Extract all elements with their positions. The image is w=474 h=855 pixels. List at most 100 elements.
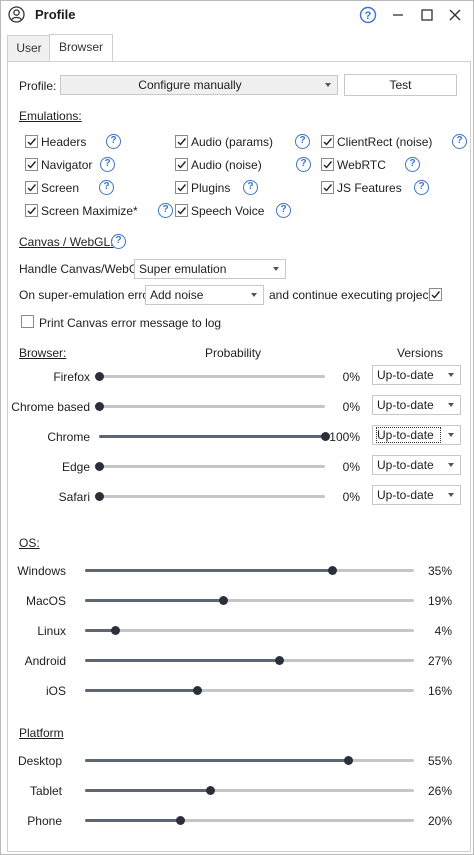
chevron-down-icon (448, 403, 454, 407)
emulation-checkbox[interactable] (25, 135, 38, 148)
help-icon[interactable]: ? (296, 157, 311, 172)
platform-probability-slider-thumb[interactable] (176, 816, 186, 825)
os-probability-slider-fill (85, 569, 332, 572)
tab-user[interactable]: User (7, 35, 51, 62)
platform-probability-slider-fill (85, 759, 349, 762)
browser-probability-slider-thumb[interactable] (95, 462, 104, 471)
help-icon[interactable]: ? (100, 157, 115, 172)
help-icon[interactable]: ? (358, 5, 378, 25)
os-probability-slider-thumb[interactable] (192, 686, 202, 695)
chevron-down-icon (273, 267, 279, 271)
emulation-label: Audio (params) (191, 135, 274, 149)
browser-probability-slider[interactable] (99, 432, 330, 441)
profile-dropdown[interactable]: Configure manually (60, 75, 338, 95)
emulation-checkbox[interactable] (321, 135, 334, 148)
os-probability-slider[interactable] (85, 596, 414, 605)
platform-label: Platform (19, 726, 64, 740)
os-probability-slider[interactable] (85, 626, 414, 635)
handle-canvas-dropdown[interactable]: Super emulation (134, 259, 286, 279)
os-probability-slider[interactable] (85, 656, 414, 665)
emulation-checkbox[interactable] (175, 181, 188, 194)
emulation-checkbox[interactable] (175, 135, 188, 148)
emulation-checkbox[interactable] (25, 204, 38, 217)
super-emulation-error-label: On super-emulation error (19, 288, 154, 302)
browser-percent: 100% (329, 430, 360, 444)
os-probability-slider[interactable] (85, 566, 414, 575)
browser-version-dropdown[interactable]: Up-to-date (372, 485, 461, 505)
minimize-icon[interactable] (388, 5, 408, 25)
browser-probability-slider-thumb[interactable] (95, 372, 104, 381)
error-action-dropdown[interactable]: Add noise (145, 285, 264, 305)
profile-label: Profile: (19, 79, 57, 93)
emulation-label: Navigator (41, 158, 93, 172)
platform-probability-slider[interactable] (85, 786, 414, 795)
help-icon[interactable]: ? (405, 157, 420, 172)
help-icon[interactable]: ? (99, 180, 114, 195)
help-icon[interactable]: ? (111, 234, 126, 249)
browser-label: Browser: (19, 346, 67, 360)
handle-canvas-value: Super emulation (139, 262, 227, 276)
os-name: Linux (37, 624, 66, 638)
tab-browser[interactable]: Browser (49, 34, 113, 62)
chevron-down-icon (448, 433, 454, 437)
browser-percent: 0% (342, 400, 360, 414)
help-icon[interactable]: ? (452, 134, 467, 149)
os-probability-slider[interactable] (85, 686, 414, 695)
profile-dropdown-value: Configure manually (138, 78, 242, 92)
browser-probability-slider-thumb[interactable] (95, 492, 104, 501)
platform-probability-slider[interactable] (85, 816, 414, 825)
platform-probability-slider[interactable] (85, 756, 414, 765)
os-probability-slider-thumb[interactable] (275, 656, 285, 665)
emulation-checkbox[interactable] (321, 181, 334, 194)
help-icon[interactable]: ? (295, 134, 310, 149)
chevron-down-icon (448, 373, 454, 377)
browser-probability-slider[interactable] (95, 462, 325, 471)
browser-probability-slider[interactable] (95, 372, 325, 381)
platform-probability-slider-thumb[interactable] (206, 786, 216, 795)
test-button[interactable]: Test (344, 74, 457, 96)
print-canvas-error-checkbox[interactable] (21, 315, 34, 328)
browser-percent: 0% (342, 370, 360, 384)
help-icon[interactable]: ? (414, 180, 429, 195)
help-icon[interactable]: ? (243, 180, 258, 195)
browser-percent: 0% (342, 460, 360, 474)
tab-browser-label: Browser (58, 40, 103, 54)
browser-settings-panel: Profile: Configure manually Test Emulati… (7, 61, 471, 852)
close-icon[interactable] (445, 5, 465, 25)
emulation-checkbox[interactable] (321, 158, 334, 171)
browser-version-dropdown[interactable]: Up-to-date (372, 395, 461, 415)
browser-version-value: Up-to-date (377, 488, 434, 502)
os-probability-slider-thumb[interactable] (110, 626, 120, 635)
browser-version-dropdown[interactable]: Up-to-date (372, 425, 461, 445)
browser-probability-slider[interactable] (95, 402, 325, 411)
window-title: Profile (35, 7, 76, 22)
os-probability-slider-thumb[interactable] (219, 596, 229, 605)
os-percent: 4% (434, 624, 452, 638)
emulation-checkbox[interactable] (175, 158, 188, 171)
os-percent: 16% (427, 684, 452, 698)
browser-probability-slider-thumb[interactable] (95, 402, 104, 411)
continue-executing-checkbox[interactable] (429, 288, 442, 301)
os-probability-slider-thumb[interactable] (327, 566, 337, 575)
browser-name: Edge (61, 460, 90, 474)
emulation-checkbox[interactable] (25, 158, 38, 171)
help-icon[interactable]: ? (276, 203, 291, 218)
os-percent: 19% (427, 594, 452, 608)
browser-probability-slider[interactable] (95, 492, 325, 501)
chevron-down-icon (448, 463, 454, 467)
help-icon[interactable]: ? (158, 203, 173, 218)
chevron-down-icon (325, 83, 331, 87)
browser-name: Firefox (53, 370, 90, 384)
browser-version-dropdown[interactable]: Up-to-date (372, 365, 461, 385)
title-bar: Profile ? (1, 1, 473, 29)
maximize-icon[interactable] (417, 5, 437, 25)
browser-version-dropdown[interactable]: Up-to-date (372, 455, 461, 475)
emulation-checkbox[interactable] (25, 181, 38, 194)
emulation-checkbox[interactable] (175, 204, 188, 217)
platform-name: Tablet (29, 784, 62, 798)
os-percent: 35% (427, 564, 452, 578)
canvas-webgl-label: Canvas / WebGL: (19, 235, 114, 249)
help-icon[interactable]: ? (106, 134, 121, 149)
platform-probability-slider-thumb[interactable] (344, 756, 354, 765)
os-name: iOS (45, 684, 66, 698)
